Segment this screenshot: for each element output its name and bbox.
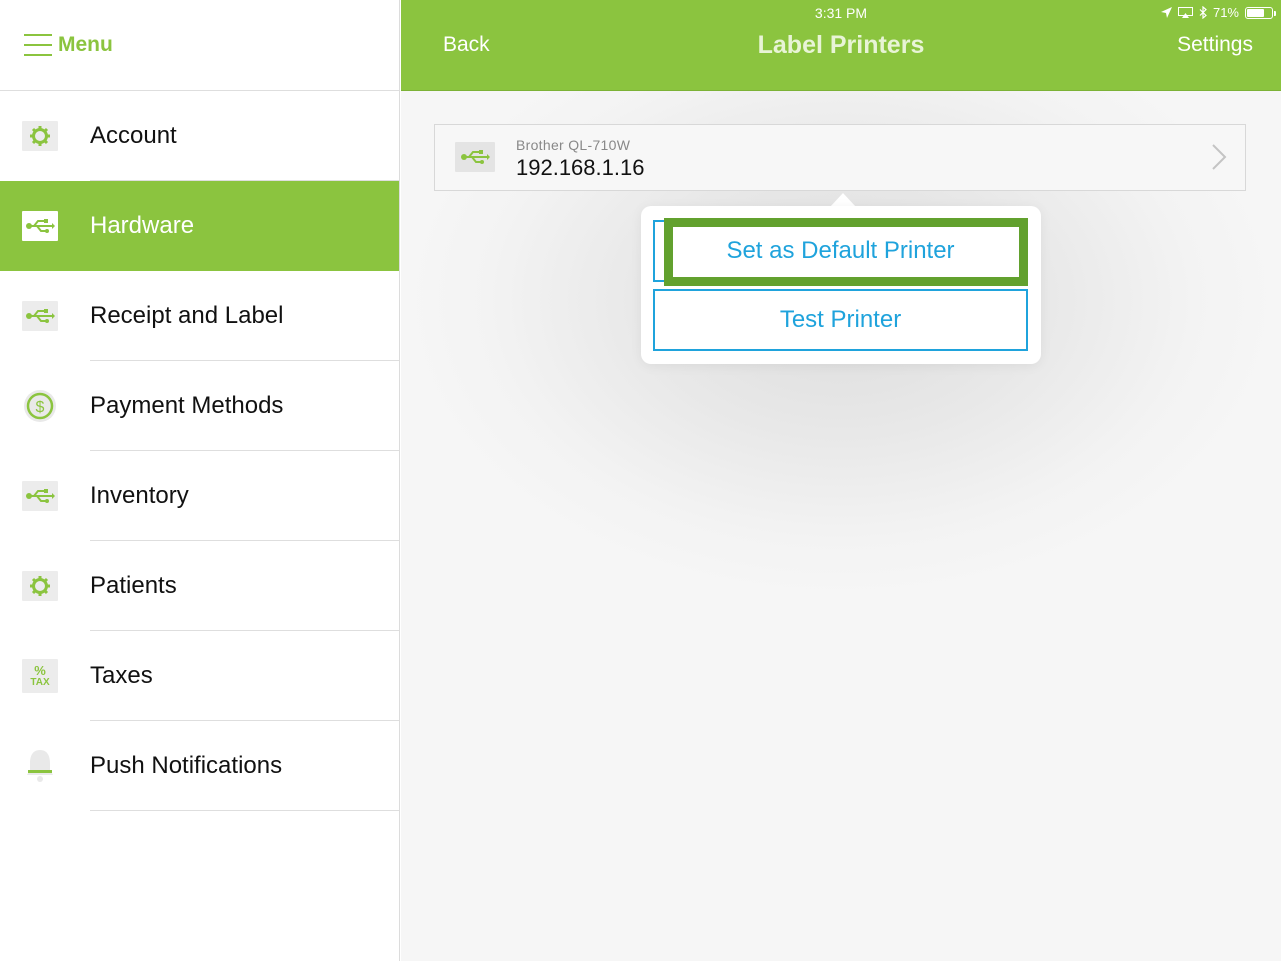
bell-icon: [22, 749, 58, 783]
sidebar-item-label: Patients: [90, 572, 177, 599]
tax-icon-text: TAX: [30, 676, 50, 688]
svg-text:$: $: [36, 399, 45, 416]
sidebar-item-receipt-and-label[interactable]: Receipt and Label: [0, 271, 399, 361]
dollar-icon: $: [22, 389, 58, 423]
hamburger-icon: [24, 34, 52, 56]
bluetooth-icon: [1199, 6, 1207, 19]
sidebar-item-label: Inventory: [90, 482, 189, 509]
gear-icon: [22, 119, 58, 153]
test-printer-button[interactable]: Test Printer: [653, 289, 1028, 351]
sidebar-item-patients[interactable]: Patients: [0, 541, 399, 631]
set-default-printer-button[interactable]: Set as Default Printer: [653, 220, 1028, 282]
sidebar-item-payment-methods[interactable]: $ Payment Methods: [0, 361, 399, 451]
sidebar-item-label: Account: [90, 122, 177, 149]
sidebar-item-label: Receipt and Label: [90, 302, 284, 329]
sidebar-item-hardware[interactable]: Hardware: [0, 181, 399, 271]
printer-ip: 192.168.1.16: [516, 155, 645, 180]
sidebar-item-label: Hardware: [90, 212, 195, 239]
sidebar-item-label: Taxes: [90, 662, 153, 689]
battery-percent: 71%: [1212, 5, 1239, 20]
popover-arrow: [830, 193, 856, 207]
settings-button[interactable]: Settings: [1177, 33, 1253, 57]
tax-icon: % TAX: [22, 659, 58, 693]
sidebar-item-account[interactable]: Account: [0, 91, 399, 181]
location-arrow-icon: [1160, 7, 1172, 18]
sidebar-item-label: Push Notifications: [90, 752, 283, 779]
printer-options-popover: Set as Default Printer Test Printer: [641, 206, 1041, 364]
usb-icon: [22, 479, 58, 513]
status-indicators: 71%: [1160, 5, 1276, 20]
status-time: 3:31 PM: [814, 5, 868, 21]
usb-icon: [455, 142, 495, 172]
sidebar-item-taxes[interactable]: % TAX Taxes: [0, 631, 399, 721]
printer-row[interactable]: Brother QL-710W 192.168.1.16: [434, 124, 1246, 191]
sidebar-item-push-notifications[interactable]: Push Notifications: [0, 721, 399, 811]
sidebar-item-inventory[interactable]: Inventory: [0, 451, 399, 541]
menu-button[interactable]: Menu: [24, 33, 113, 57]
battery-icon: [1245, 6, 1276, 19]
sidebar-item-label: Payment Methods: [90, 392, 284, 419]
chevron-right-icon: [1212, 144, 1227, 170]
usb-icon: [22, 299, 58, 333]
navigation-bar: 3:31 PM 71% Back Label Printers Settings: [401, 0, 1281, 91]
menu-label: Menu: [58, 33, 113, 56]
sidebar-header: Menu: [0, 0, 399, 91]
printer-name: Brother QL-710W: [516, 137, 631, 153]
airplay-icon: [1177, 6, 1193, 18]
page-title: Label Printers: [757, 31, 925, 59]
gear-icon: [22, 569, 58, 603]
usb-icon: [22, 209, 58, 243]
sidebar: Menu Account Hardware Receipt and Label …: [0, 0, 400, 961]
main-content: 3:31 PM 71% Back Label Printers Settings…: [401, 0, 1281, 961]
